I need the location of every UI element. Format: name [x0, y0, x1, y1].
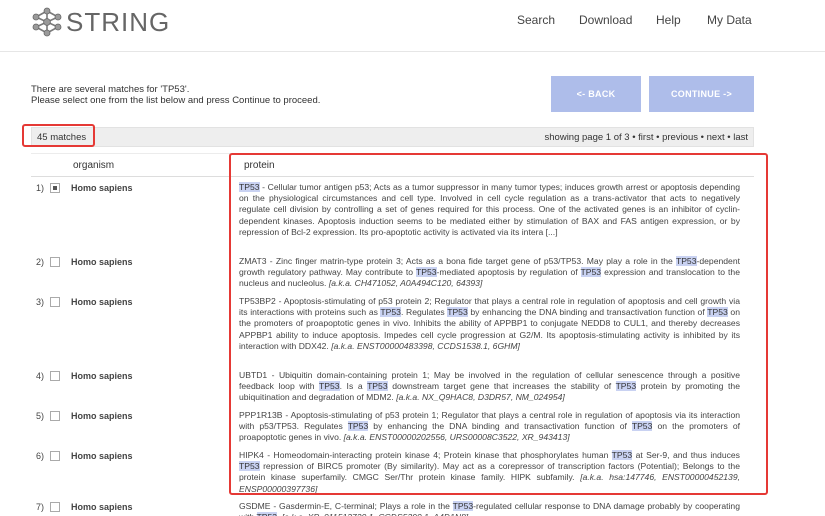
next-page-link[interactable]: next: [707, 132, 725, 143]
row-number: 4): [36, 371, 45, 381]
row-select-checkbox[interactable]: [50, 297, 60, 307]
string-logo[interactable]: STRING: [32, 6, 170, 38]
paging-status: showing page 1 of 3 •: [544, 132, 636, 143]
protein-description[interactable]: GSDME - Gasdermin-E, C-terminal; Plays a…: [239, 501, 740, 516]
logo-text: STRING: [66, 6, 171, 37]
nav-my-data[interactable]: My Data: [707, 13, 752, 27]
intro-text: There are several matches for 'TP53'. Pl…: [31, 84, 320, 106]
organism-name[interactable]: Homo sapiens: [71, 371, 133, 381]
row-number: 5): [36, 411, 45, 421]
results-bar: 45 matches showing page 1 of 3 • first •…: [31, 127, 754, 147]
paging-sep: •: [656, 132, 660, 143]
query-highlight: TP53: [452, 501, 474, 511]
organism-name[interactable]: Homo sapiens: [71, 451, 133, 461]
row-select-checkbox[interactable]: [50, 183, 60, 193]
query-highlight: TP53: [256, 512, 278, 516]
highlight-box-protein: [229, 153, 768, 495]
pagination: showing page 1 of 3 • first • previous •…: [545, 132, 748, 143]
previous-page-link[interactable]: previous: [662, 132, 698, 143]
description-text: GSDME - Gasdermin-E, C-terminal; Plays a…: [239, 501, 453, 511]
row-select-checkbox[interactable]: [50, 371, 60, 381]
nav-search[interactable]: Search: [517, 13, 555, 27]
network-logo-icon: [32, 7, 62, 37]
row-number: 2): [36, 257, 45, 267]
paging-sep: •: [727, 132, 731, 143]
organism-name[interactable]: Homo sapiens: [71, 183, 133, 193]
row-select-checkbox[interactable]: [50, 411, 60, 421]
organism-name[interactable]: Homo sapiens: [71, 297, 133, 307]
highlight-box-matches: [22, 124, 95, 147]
row-select-checkbox[interactable]: [50, 257, 60, 267]
row-select-checkbox[interactable]: [50, 451, 60, 461]
row-number: 1): [36, 183, 45, 193]
back-button[interactable]: <- BACK: [551, 76, 641, 112]
organism-name[interactable]: Homo sapiens: [71, 411, 133, 421]
nav-download[interactable]: Download: [579, 13, 632, 27]
continue-button[interactable]: CONTINUE ->: [649, 76, 754, 112]
intro-line-1: There are several matches for 'TP53'.: [31, 84, 190, 95]
aka-identifiers: [a.k.a. XP_011513720.1, CCDS5390.1, A4D1…: [282, 512, 468, 516]
nav-help[interactable]: Help: [656, 13, 681, 27]
last-page-link[interactable]: last: [733, 132, 748, 143]
first-page-link[interactable]: first: [638, 132, 653, 143]
row-number: 3): [36, 297, 45, 307]
row-number: 7): [36, 502, 45, 512]
organism-name[interactable]: Homo sapiens: [71, 502, 133, 512]
intro-line-2: Please select one from the list below an…: [31, 95, 321, 106]
organism-name[interactable]: Homo sapiens: [71, 257, 133, 267]
top-header: STRING Search Download Help My Data: [0, 0, 825, 52]
organism-header-label: organism: [73, 160, 115, 171]
row-select-checkbox[interactable]: [50, 502, 60, 512]
paging-sep: •: [700, 132, 704, 143]
row-number: 6): [36, 451, 45, 461]
column-header-organism[interactable]: organism: [31, 153, 229, 177]
